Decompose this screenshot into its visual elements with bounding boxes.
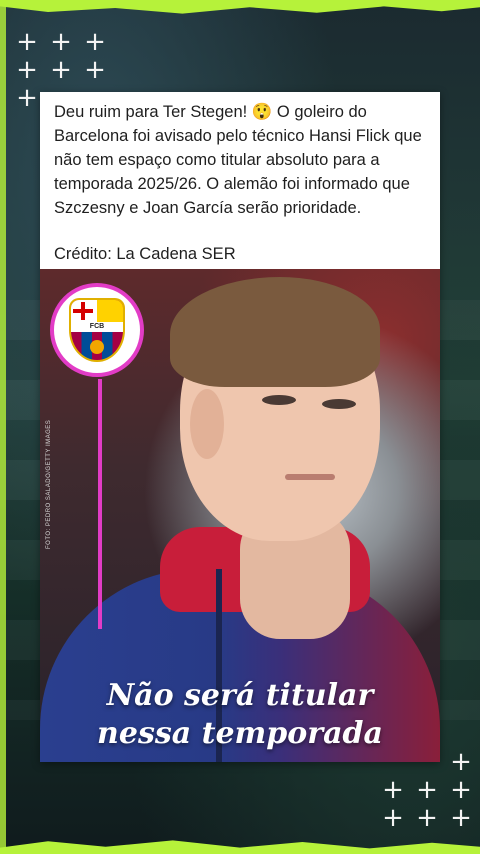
post-caption: Deu ruim para Ter Stegen! 😲 O goleiro do… bbox=[54, 100, 432, 266]
player-mouth bbox=[285, 474, 335, 480]
post-photo[interactable]: FCB FOTO: PEDRO SALADO/GETTY IMAGES Não … bbox=[40, 269, 440, 762]
crest-ball-icon bbox=[90, 340, 104, 354]
headline-line-2: nessa temporada bbox=[97, 716, 383, 751]
caption-text: Deu ruim para Ter Stegen! 😲 O goleiro do… bbox=[54, 103, 422, 217]
badge-connector-line bbox=[98, 379, 102, 629]
fc-barcelona-crest-icon: FCB bbox=[69, 298, 125, 362]
player-hair bbox=[170, 277, 380, 387]
photo-credit: FOTO: PEDRO SALADO/GETTY IMAGES bbox=[46, 419, 52, 549]
credit-text: Crédito: La Cadena SER bbox=[54, 245, 236, 263]
headline-line-1: Não será titular bbox=[106, 678, 374, 713]
crest-cross bbox=[71, 300, 123, 322]
club-badge: FCB bbox=[50, 283, 144, 377]
edge-left bbox=[0, 0, 6, 854]
player-eye-right bbox=[322, 399, 356, 409]
post-card: Deu ruim para Ter Stegen! 😲 O goleiro do… bbox=[40, 92, 440, 762]
player-eye-left bbox=[262, 395, 296, 405]
crest-label: FCB bbox=[71, 322, 123, 332]
player-ear bbox=[190, 389, 224, 459]
